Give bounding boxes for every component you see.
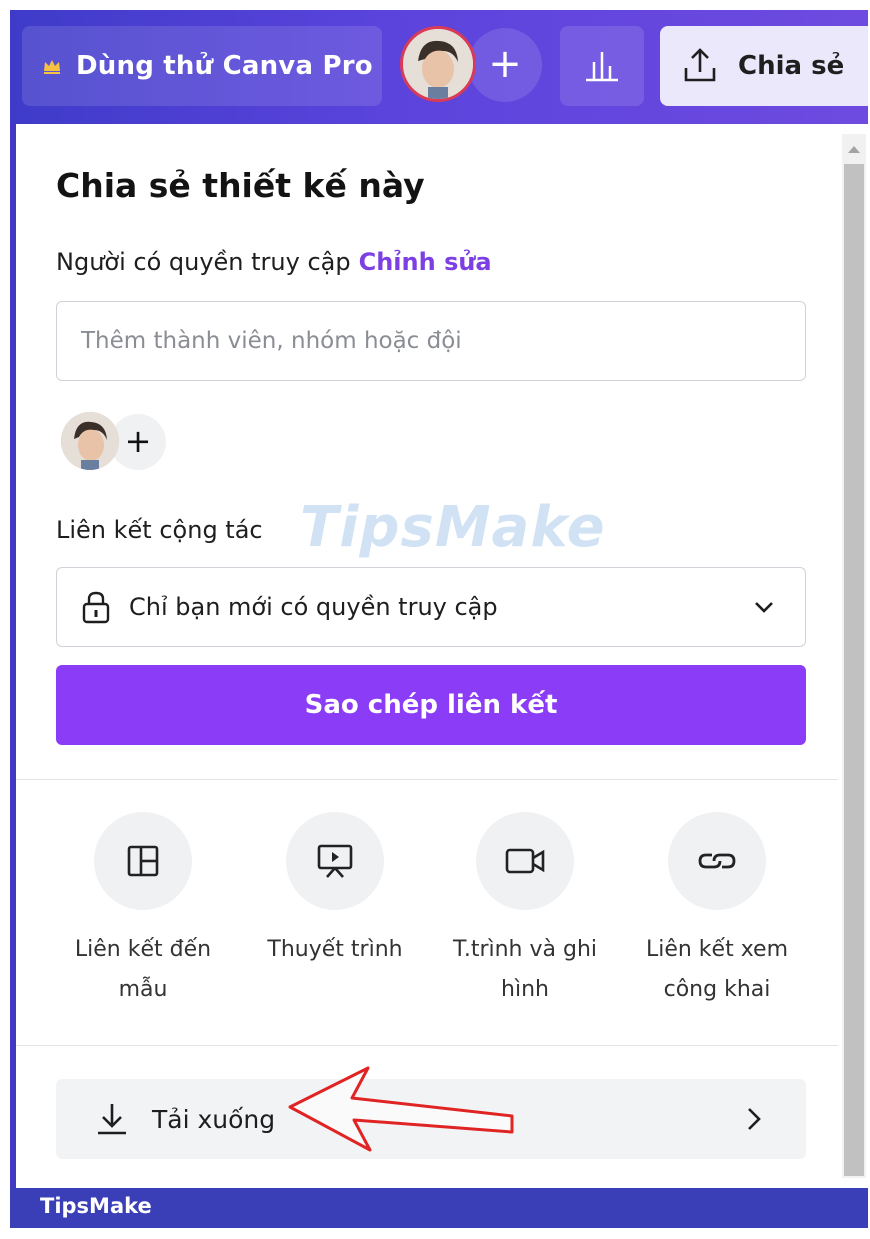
section-divider xyxy=(16,779,838,780)
try-canva-pro-button[interactable]: Dùng thử Canva Pro xyxy=(22,26,382,106)
member-avatar[interactable] xyxy=(61,412,119,470)
link-icon xyxy=(698,853,736,869)
template-layout-icon xyxy=(127,845,159,877)
share-window: Dùng thử Canva Pro + Chia sẻ Chia sẻ thi… xyxy=(10,10,868,1228)
user-avatar-image xyxy=(403,29,473,99)
insights-button[interactable] xyxy=(560,26,644,106)
scroll-up-arrow-icon[interactable] xyxy=(848,146,860,153)
crown-icon xyxy=(44,60,60,74)
footer-bar: TipsMake xyxy=(10,1188,868,1228)
edit-access-link[interactable]: Chỉnh sửa xyxy=(359,248,492,276)
share-button[interactable]: Chia sẻ xyxy=(660,26,868,106)
chevron-down-icon xyxy=(755,602,773,613)
top-bar: Dùng thử Canva Pro + Chia sẻ xyxy=(10,10,868,124)
video-camera-icon xyxy=(505,848,545,874)
chevron-right-icon xyxy=(748,1108,761,1130)
presentation-icon xyxy=(317,844,353,878)
panel-title: Chia sẻ thiết kế này xyxy=(56,166,425,205)
option-present-record[interactable]: T.trình và ghi hình xyxy=(430,812,620,1010)
scroll-thumb[interactable] xyxy=(844,164,864,1176)
option-label: T.trình và ghi hình xyxy=(453,937,597,1002)
copy-link-button[interactable]: Sao chép liên kết xyxy=(56,665,806,745)
access-row: Người có quyền truy cập Chỉnh sửa xyxy=(56,248,492,276)
bar-chart-icon xyxy=(586,52,618,82)
member-avatar-image xyxy=(61,412,119,470)
panel-scrollbar[interactable] xyxy=(842,134,866,1178)
lock-icon xyxy=(82,591,110,624)
download-icon xyxy=(98,1104,126,1135)
link-access-value: Chỉ bạn mới có quyền truy cập xyxy=(129,593,498,621)
public-link-icon-wrap xyxy=(668,812,766,910)
present-icon-wrap xyxy=(286,812,384,910)
share-button-label: Chia sẻ xyxy=(738,51,845,81)
try-canva-pro-label: Dùng thử Canva Pro xyxy=(76,51,373,81)
user-avatar[interactable] xyxy=(400,26,476,102)
red-arrow-annotation xyxy=(288,1066,514,1152)
share-panel: Chia sẻ thiết kế này Người có quyền truy… xyxy=(16,124,838,1190)
option-public-view-link[interactable]: Liên kết xem công khai xyxy=(622,812,812,1010)
option-present[interactable]: Thuyết trình xyxy=(240,812,430,970)
link-access-dropdown[interactable]: Chỉ bạn mới có quyền truy cập xyxy=(56,567,806,647)
access-label: Người có quyền truy cập xyxy=(56,248,351,276)
add-member-input[interactable] xyxy=(56,301,806,381)
upload-share-icon xyxy=(684,48,716,82)
footer-brand: TipsMake xyxy=(40,1194,152,1218)
add-collaborator-button[interactable]: + xyxy=(468,28,542,102)
option-label: Liên kết xem công khai xyxy=(645,937,789,1002)
template-link-icon-wrap xyxy=(94,812,192,910)
record-icon-wrap xyxy=(476,812,574,910)
collaboration-link-label: Liên kết cộng tác xyxy=(56,516,263,544)
section-divider xyxy=(16,1045,838,1046)
option-label: Liên kết đến mẫu xyxy=(74,937,212,1002)
option-template-link[interactable]: Liên kết đến mẫu xyxy=(48,812,238,1010)
option-label: Thuyết trình xyxy=(267,937,403,962)
